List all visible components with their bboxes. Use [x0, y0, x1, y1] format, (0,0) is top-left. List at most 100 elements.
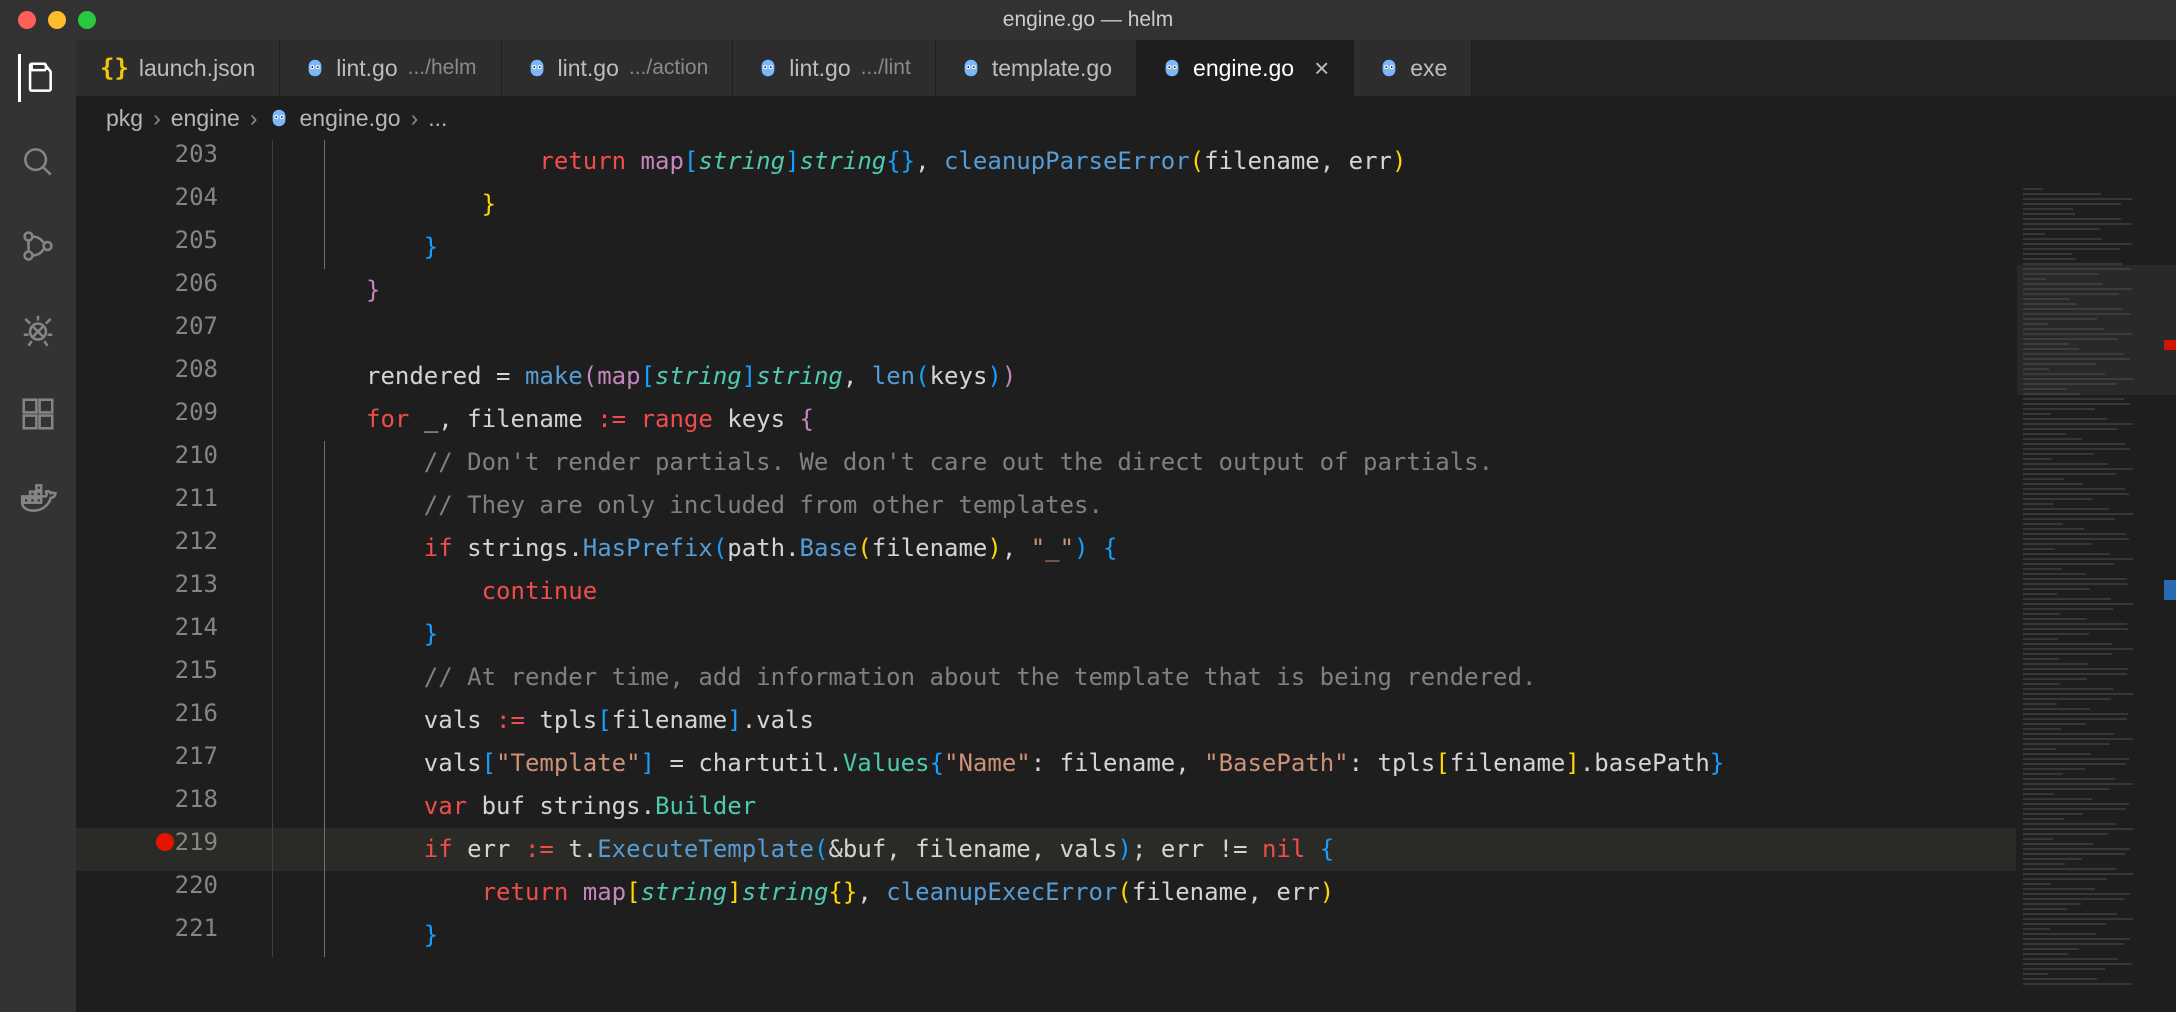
code-text[interactable]: // They are only included from other tem… [366, 484, 1103, 527]
code-line[interactable]: 218 var buf strings.Builder [76, 785, 2176, 828]
code-line[interactable]: 206} [76, 269, 2176, 312]
code-text[interactable]: return map[string]string{}, cleanupExecE… [366, 871, 1334, 914]
gutter-line-number[interactable]: 204 [76, 183, 246, 211]
gutter-line-number[interactable]: 221 [76, 914, 246, 942]
indent-guides [246, 441, 366, 484]
json-file-icon: {} [100, 54, 129, 82]
code-line[interactable]: 211 // They are only included from other… [76, 484, 2176, 527]
code-text[interactable]: } [366, 613, 438, 656]
gutter-line-number[interactable]: 207 [76, 312, 246, 340]
code-text[interactable]: return map[string]string{}, cleanupParse… [366, 140, 1406, 183]
indent-guides [246, 527, 366, 570]
gutter-line-number[interactable]: 203 [76, 140, 246, 168]
gutter-line-number[interactable]: 217 [76, 742, 246, 770]
docker-activity[interactable] [18, 478, 58, 518]
code-line[interactable]: 214 } [76, 613, 2176, 656]
code-line[interactable]: 204 } [76, 183, 2176, 226]
code-line[interactable]: 217 vals["Template"] = chartutil.Values{… [76, 742, 2176, 785]
go-file-icon [757, 57, 779, 79]
window-controls [18, 11, 96, 29]
gutter-line-number[interactable]: 212 [76, 527, 246, 555]
indent-guides [246, 871, 366, 914]
gutter-line-number[interactable]: 219 [76, 828, 246, 856]
code-text[interactable]: } [366, 183, 496, 226]
editor-tab[interactable]: lint.go .../lint [733, 40, 936, 96]
code-text[interactable]: if strings.HasPrefix(path.Base(filename)… [366, 527, 1117, 570]
go-file-icon [268, 107, 290, 129]
code-text[interactable]: } [366, 269, 380, 312]
window-titlebar: engine.go — helm [0, 0, 2176, 40]
gutter-line-number[interactable]: 208 [76, 355, 246, 383]
editor-tab-bar: {}launch.jsonlint.go .../helmlint.go ...… [76, 40, 2176, 96]
indent-guides [246, 398, 366, 441]
breadcrumb-segment[interactable]: engine [171, 105, 240, 132]
breadcrumb-ellipsis[interactable]: ... [428, 105, 447, 132]
code-text[interactable]: continue [366, 570, 597, 613]
gutter-line-number[interactable]: 214 [76, 613, 246, 641]
gutter-line-number[interactable]: 218 [76, 785, 246, 813]
code-text[interactable]: for _, filename := range keys { [366, 398, 814, 441]
code-line[interactable]: 209 for _, filename := range keys { [76, 398, 2176, 441]
editor-tab[interactable]: template.go [936, 40, 1137, 96]
editor-tab[interactable]: engine.go × [1137, 40, 1354, 96]
run-debug-activity[interactable] [18, 310, 58, 350]
gutter-line-number[interactable]: 216 [76, 699, 246, 727]
close-tab-icon[interactable]: × [1314, 53, 1329, 84]
code-editor[interactable]: 203 return map[string]string{}, cleanupP… [76, 140, 2176, 1012]
extensions-activity[interactable] [18, 394, 58, 434]
gutter-line-number[interactable]: 211 [76, 484, 246, 512]
code-line[interactable]: 216 vals := tpls[filename].vals [76, 699, 2176, 742]
close-window-button[interactable] [18, 11, 36, 29]
code-line[interactable]: 221 } [76, 914, 2176, 957]
breadcrumb[interactable]: pkg › engine › engine.go › ... [76, 96, 2176, 140]
code-line[interactable]: 210 // Don't render partials. We don't c… [76, 441, 2176, 484]
code-text[interactable]: rendered = make(map[string]string, len(k… [366, 355, 1016, 398]
code-line[interactable]: 208 rendered = make(map[string]string, le… [76, 355, 2176, 398]
editor-tab[interactable]: lint.go .../action [502, 40, 734, 96]
code-text[interactable]: var buf strings.Builder [366, 785, 756, 828]
editor-tab[interactable]: {}launch.json [76, 40, 280, 96]
code-line[interactable]: 207 [76, 312, 2176, 355]
editor-tab[interactable]: lint.go .../helm [280, 40, 501, 96]
indent-guides [246, 140, 366, 183]
gutter-line-number[interactable]: 213 [76, 570, 246, 598]
indent-guides [246, 914, 366, 957]
code-line[interactable]: 203 return map[string]string{}, cleanupP… [76, 140, 2176, 183]
gutter-line-number[interactable]: 215 [76, 656, 246, 684]
code-line[interactable]: 219 if err := t.ExecuteTemplate(&buf, fi… [76, 828, 2176, 871]
editor-tab[interactable]: exe [1354, 40, 1472, 96]
gutter-line-number[interactable]: 206 [76, 269, 246, 297]
maximize-window-button[interactable] [78, 11, 96, 29]
indent-guides [246, 699, 366, 742]
overview-ruler-breakpoint [2164, 340, 2176, 350]
gutter-line-number[interactable]: 209 [76, 398, 246, 426]
code-text[interactable]: // At render time, add information about… [366, 656, 1536, 699]
code-line[interactable]: 205 } [76, 226, 2176, 269]
breadcrumb-segment[interactable]: pkg [106, 105, 143, 132]
minimap[interactable] [2016, 180, 2176, 1012]
indent-guides [246, 828, 366, 871]
code-line[interactable]: 213 continue [76, 570, 2176, 613]
gutter-line-number[interactable]: 210 [76, 441, 246, 469]
gutter-line-number[interactable]: 220 [76, 871, 246, 899]
editor-area: {}launch.jsonlint.go .../helmlint.go ...… [76, 40, 2176, 1012]
code-line[interactable]: 212 if strings.HasPrefix(path.Base(filen… [76, 527, 2176, 570]
code-text[interactable]: // Don't render partials. We don't care … [366, 441, 1493, 484]
explorer-activity[interactable] [18, 58, 58, 98]
code-text[interactable]: } [366, 914, 438, 957]
code-text[interactable]: vals := tpls[filename].vals [366, 699, 814, 742]
gutter-line-number[interactable]: 205 [76, 226, 246, 254]
code-line[interactable]: 220 return map[string]string{}, cleanupE… [76, 871, 2176, 914]
code-text[interactable]: vals["Template"] = chartutil.Values{"Nam… [366, 742, 1724, 785]
indent-guides [246, 484, 366, 527]
breadcrumb-segment[interactable]: engine.go [300, 105, 401, 132]
indent-guides [246, 613, 366, 656]
search-activity[interactable] [18, 142, 58, 182]
tab-label: lint.go [336, 55, 397, 82]
code-text[interactable]: if err := t.ExecuteTemplate(&buf, filena… [366, 828, 1334, 871]
breakpoint-icon[interactable] [156, 833, 174, 851]
code-line[interactable]: 215 // At render time, add information a… [76, 656, 2176, 699]
code-text[interactable]: } [366, 226, 438, 269]
minimize-window-button[interactable] [48, 11, 66, 29]
source-control-activity[interactable] [18, 226, 58, 266]
